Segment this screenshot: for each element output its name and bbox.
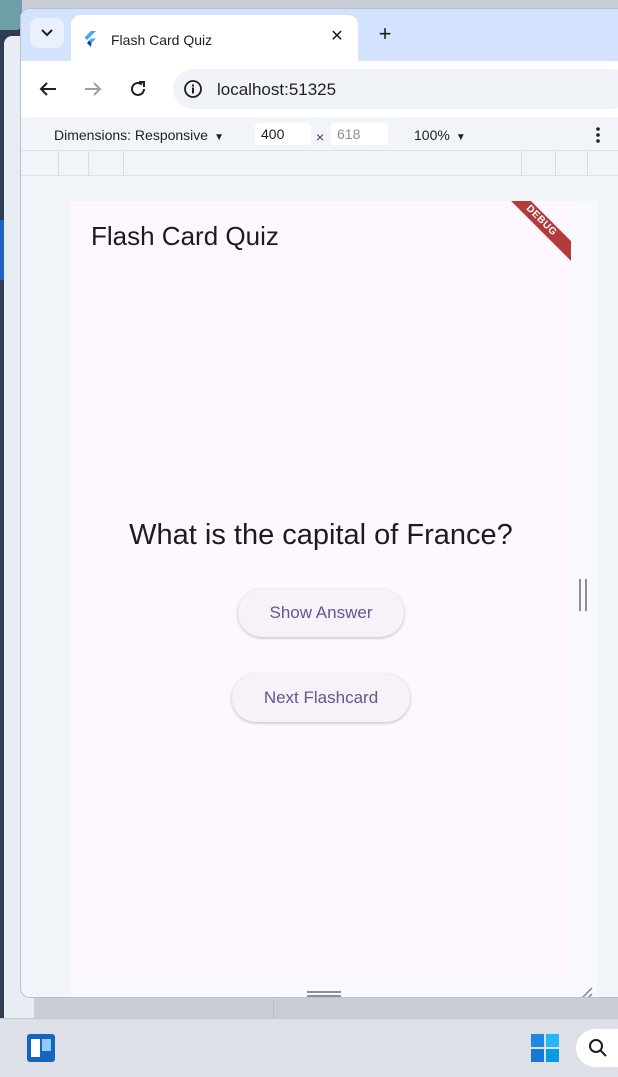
resize-handle-right[interactable]	[579, 579, 587, 611]
reload-button[interactable]	[125, 76, 151, 102]
media-query-ruler	[21, 151, 618, 176]
forward-arrow-icon	[85, 82, 102, 96]
zoom-dropdown[interactable]: 100% ▼	[414, 127, 466, 143]
app-title: Flash Card Quiz	[91, 221, 279, 251]
tab-bar: Flash Card Quiz ✕ +	[21, 9, 618, 61]
caret-down-icon: ▼	[214, 132, 224, 143]
height-input[interactable]: 618	[331, 123, 388, 145]
emulated-viewport: Flash Card Quiz DEBUG What is the capita…	[21, 176, 618, 998]
debug-banner: DEBUG	[493, 201, 571, 269]
question-text: What is the capital of France?	[129, 519, 513, 551]
next-flashcard-button[interactable]: Next Flashcard	[232, 674, 410, 722]
flutter-icon	[84, 31, 96, 47]
dimensions-label: Dimensions: Responsive	[54, 127, 209, 143]
url-text: localhost:51325	[217, 80, 337, 99]
windows-start-icon[interactable]	[530, 1033, 560, 1063]
dimension-separator: ×	[316, 129, 325, 145]
device-toolbar: Dimensions: Responsive ▼ 400 × 618 100% ▼	[21, 117, 618, 151]
back-button[interactable]	[35, 76, 61, 102]
zoom-label: 100%	[414, 127, 450, 143]
caret-down-icon: ▼	[455, 132, 466, 143]
close-icon[interactable]: ✕	[328, 28, 346, 46]
app-icon[interactable]	[26, 1033, 56, 1063]
width-input[interactable]: 400	[255, 123, 311, 145]
back-arrow-icon	[39, 82, 56, 96]
show-answer-button[interactable]: Show Answer	[238, 589, 404, 637]
more-vert-icon[interactable]	[593, 125, 603, 145]
taskbar-search[interactable]	[576, 1029, 618, 1067]
tab-title: Flash Card Quiz	[111, 32, 213, 48]
taskbar	[0, 999, 618, 1077]
plus-icon[interactable]: +	[371, 21, 399, 49]
reload-icon	[131, 81, 145, 96]
dimensions-dropdown[interactable]: Dimensions: Responsive ▼	[54, 127, 224, 143]
flutter-app: Flash Card Quiz DEBUG What is the capita…	[71, 201, 571, 974]
info-icon[interactable]	[183, 79, 203, 99]
tab-search-button[interactable]	[30, 18, 64, 48]
browser-tab[interactable]: Flash Card Quiz ✕	[71, 15, 358, 61]
search-icon	[589, 1039, 607, 1057]
browser-toolbar: localhost:51325	[21, 61, 618, 117]
chevron-down-icon	[41, 29, 53, 37]
corner-resize-icon[interactable]	[577, 986, 593, 998]
browser-window: Flash Card Quiz ✕ + localhost:51325 Dime…	[20, 8, 618, 998]
forward-button[interactable]	[80, 76, 106, 102]
address-bar[interactable]: localhost:51325	[173, 69, 618, 109]
resize-handle-bottom[interactable]	[307, 991, 341, 997]
